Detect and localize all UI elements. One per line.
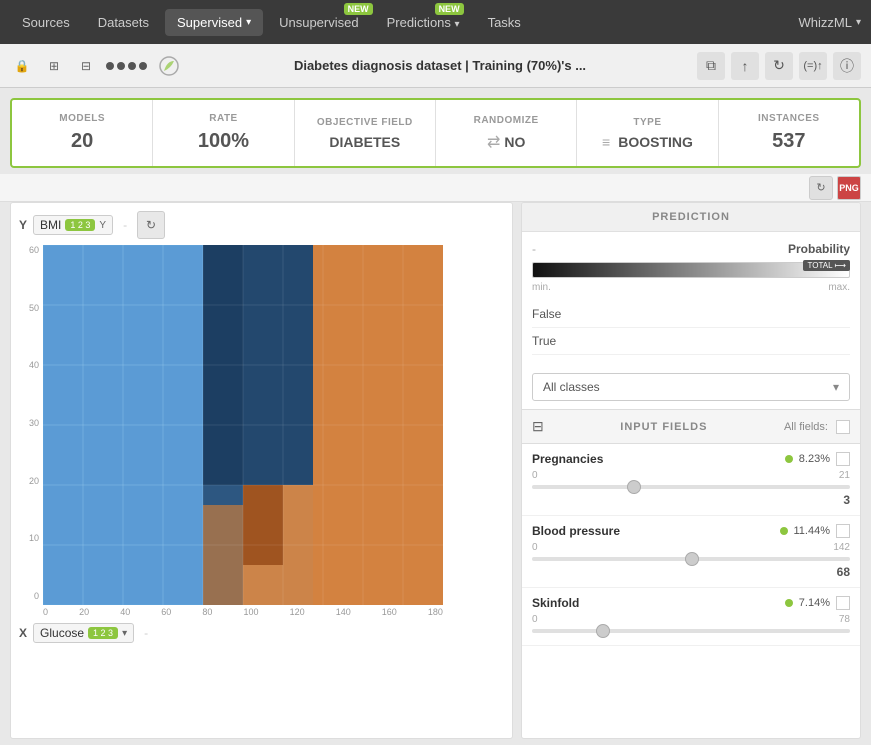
x-axis-controls: X Glucose 1 2 3 ▾ -: [19, 623, 504, 643]
sub-toolbar: ↻ PNG: [0, 174, 871, 202]
x-tick-labels: 0 20 40 60 80 100 120 140 160 180: [43, 607, 443, 617]
stat-randomize: RANDOMIZE ⇄ NO: [436, 100, 577, 166]
info-button[interactable]: ⓘ: [833, 52, 861, 80]
y-field-name: BMI: [40, 218, 61, 232]
y-dropdown-arrow: Y: [99, 220, 106, 231]
true-class-row: True: [532, 328, 850, 355]
prediction-body: - Probability TOTAL ⟼ min. max. False Tr…: [522, 232, 860, 365]
nav-predictions[interactable]: Predictions ▾ NEW: [375, 9, 472, 36]
x-field-selector[interactable]: Glucose 1 2 3 ▾: [33, 623, 134, 643]
all-fields-checkbox[interactable]: [836, 420, 850, 434]
skinfold-label: Skinfold: [532, 596, 579, 610]
nav-sources[interactable]: Sources: [10, 9, 82, 36]
probability-label: Probability: [788, 242, 850, 256]
leaf-icon: [155, 52, 183, 80]
x-field-badge: 1 2 3: [88, 627, 118, 639]
probability-bar: [532, 262, 850, 278]
blood-pressure-pct: 11.44%: [794, 525, 831, 537]
pregnancies-thumb[interactable]: [627, 480, 641, 494]
skinfold-field: Skinfold 7.14% 0 78: [522, 588, 860, 646]
main-toolbar: 🔒 ⊞ ⊟ Diabetes diagnosis dataset | Train…: [0, 44, 871, 88]
all-classes-text: All classes: [543, 380, 600, 394]
tree-icon[interactable]: ⊞: [42, 54, 66, 78]
chart-area: Y BMI 1 2 3 Y - ↻ 0 10 20 30 40 50 60: [10, 202, 513, 739]
input-fields-icon: ⊟: [532, 418, 544, 435]
prediction-dash: -: [532, 242, 536, 256]
blood-pressure-slider[interactable]: [532, 557, 850, 561]
pregnancies-field: Pregnancies 8.23% 0 21 3: [522, 444, 860, 516]
pregnancies-pct: 8.23%: [799, 453, 830, 465]
blood-pressure-dot: [780, 527, 788, 535]
shuffle-icon: ⇄: [487, 132, 500, 152]
y-axis-label: Y: [19, 218, 27, 232]
dataset-title: Diabetes diagnosis dataset | Training (7…: [191, 58, 689, 73]
skinfold-pct: 7.14%: [799, 597, 830, 609]
blood-pressure-label: Blood pressure: [532, 524, 620, 538]
stats-bar: MODELS 20 RATE 100% OBJECTIVE FIELD DIAB…: [10, 98, 861, 168]
stat-models: MODELS 20: [12, 100, 153, 166]
copy-button[interactable]: ⧉: [697, 52, 725, 80]
pregnancies-slider[interactable]: [532, 485, 850, 489]
nav-tasks[interactable]: Tasks: [476, 9, 533, 36]
skinfold-checkbox[interactable]: [836, 596, 850, 610]
chart-refresh-button[interactable]: ↻: [809, 176, 833, 200]
probability-bar-container: TOTAL ⟼: [532, 262, 850, 278]
nav-supervised[interactable]: Supervised ▾: [165, 9, 263, 36]
pregnancies-checkbox[interactable]: [836, 452, 850, 466]
right-panel: PREDICTION - Probability TOTAL ⟼ min. ma…: [521, 202, 861, 739]
classes-dropdown-arrow: ▾: [833, 380, 839, 394]
input-fields-header: ⊟ INPUT FIELDS All fields:: [522, 409, 860, 444]
y-axis-controls: Y BMI 1 2 3 Y - ↻: [19, 211, 504, 239]
y-field-selector[interactable]: BMI 1 2 3 Y: [33, 215, 113, 235]
pregnancies-label: Pregnancies: [532, 452, 603, 466]
false-class-row: False: [532, 301, 850, 328]
heatmap-chart: [43, 245, 443, 605]
blood-pressure-field: Blood pressure 11.44% 0 142 68: [522, 516, 860, 588]
y-separator: -: [123, 218, 127, 232]
x-axis-label: X: [19, 626, 27, 640]
type-icon: ≡: [602, 134, 610, 150]
model-icon[interactable]: ⊟: [74, 54, 98, 78]
pregnancies-value: 3: [532, 493, 850, 507]
input-fields-label: INPUT FIELDS: [552, 421, 776, 433]
lock-icon[interactable]: 🔒: [10, 54, 34, 78]
stat-instances: INSTANCES 537: [719, 100, 859, 166]
skinfold-dot: [785, 599, 793, 607]
y-field-badge: 1 2 3: [65, 219, 95, 231]
x-separator: -: [144, 626, 148, 640]
x-field-name: Glucose: [40, 626, 84, 640]
main-content: Y BMI 1 2 3 Y - ↻ 0 10 20 30 40 50 60: [10, 202, 861, 739]
pregnancies-dot: [785, 455, 793, 463]
nav-whizzml[interactable]: WhizzML ▾: [799, 15, 861, 30]
x-dropdown-arrow: ▾: [122, 628, 127, 639]
predictions-badge: NEW: [435, 3, 464, 15]
all-classes-dropdown[interactable]: All classes ▾: [532, 373, 850, 401]
skinfold-slider[interactable]: [532, 629, 850, 633]
prob-minmax: min. max.: [532, 282, 850, 293]
formula-button[interactable]: (=)↑: [799, 52, 827, 80]
top-navigation: Sources Datasets Supervised ▾ Unsupervis…: [0, 0, 871, 44]
y-tick-labels: 0 10 20 30 40 50 60: [19, 245, 39, 605]
stat-type: TYPE ≡ BOOSTING: [577, 100, 718, 166]
stat-rate: RATE 100%: [153, 100, 294, 166]
all-fields-label: All fields:: [784, 421, 828, 433]
blood-pressure-value: 68: [532, 565, 850, 579]
prediction-header: PREDICTION: [522, 203, 860, 232]
blood-pressure-checkbox[interactable]: [836, 524, 850, 538]
unsupervised-badge: NEW: [344, 3, 373, 15]
blood-pressure-thumb[interactable]: [685, 552, 699, 566]
refresh-button[interactable]: ↻: [765, 52, 793, 80]
chart-refresh-icon[interactable]: ↻: [137, 211, 165, 239]
upload-button[interactable]: ↑: [731, 52, 759, 80]
png-download-button[interactable]: PNG: [837, 176, 861, 200]
skinfold-thumb[interactable]: [596, 624, 610, 638]
toolbar-actions: ⧉ ↑ ↻ (=)↑ ⓘ: [697, 52, 861, 80]
nav-unsupervised[interactable]: Unsupervised NEW: [267, 9, 371, 36]
stat-objective: OBJECTIVE FIELD DIABETES: [295, 100, 436, 166]
nav-datasets[interactable]: Datasets: [86, 9, 161, 36]
total-button[interactable]: TOTAL ⟼: [803, 260, 850, 271]
dots-icons: [106, 62, 147, 70]
